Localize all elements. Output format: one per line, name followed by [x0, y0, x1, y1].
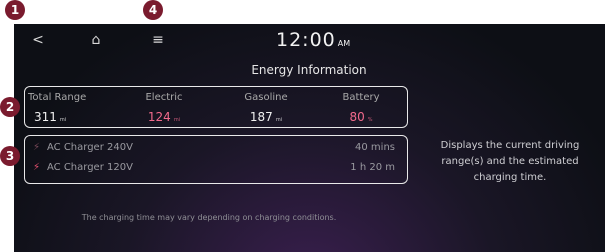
battery-label: Battery: [342, 92, 380, 103]
charging-time: 40 mins: [355, 142, 395, 153]
callout-marker-3: 3: [0, 146, 20, 166]
chevron-left-icon: <: [32, 32, 44, 48]
page-title: Energy Information: [251, 63, 367, 77]
charger-row: ⚡ AC Charger 240V 40 mins: [33, 142, 399, 158]
electric-column: Electric 124 mi: [118, 92, 210, 124]
charging-note: The charging time may vary depending on …: [81, 213, 337, 222]
total-range-value: 311 mi: [34, 110, 67, 124]
callout-marker-4: 4: [143, 0, 163, 20]
home-icon: ⌂: [91, 32, 101, 48]
charger-name: AC Charger 120V: [47, 162, 133, 173]
gasoline-label: Gasoline: [244, 92, 288, 103]
home-button[interactable]: ⌂: [84, 30, 108, 50]
electric-value: 124 mi: [147, 110, 181, 124]
charging-time: 1 h 20 m: [350, 162, 395, 173]
screen: < ⌂ ≡ 12:00 AM Energy Information Total R…: [14, 24, 605, 252]
charger-name: AC Charger 240V: [47, 142, 133, 153]
clock-ampm: AM: [337, 39, 351, 48]
driving-range-panel: Total Range 311 mi Electric 124 mi Gasolin…: [24, 86, 408, 128]
charger-row: ⚡ AC Charger 120V 1 h 20 m: [33, 162, 399, 178]
charging-bolt-icon: ⚡: [33, 162, 41, 173]
menu-button[interactable]: ≡: [146, 30, 170, 50]
top-bar: < ⌂ ≡ 12:00 AM: [14, 24, 414, 56]
clock: 12:00 AM: [276, 29, 350, 51]
charging-bolt-icon: ⚡: [33, 142, 41, 153]
electric-label: Electric: [145, 92, 183, 103]
menu-icon: ≡: [152, 32, 164, 48]
back-button[interactable]: <: [26, 30, 50, 50]
total-range-column: Total Range 311 mi: [25, 92, 120, 124]
battery-value: 80%: [349, 110, 373, 124]
callout-marker-2: 2: [0, 97, 20, 117]
clock-time: 12:00: [276, 29, 336, 51]
gasoline-column: Gasoline 187 mi: [220, 92, 312, 124]
callout-marker-1: 1: [5, 0, 25, 20]
charging-time-panel: ⚡ AC Charger 240V 40 mins ⚡ AC Charger 1…: [24, 135, 408, 184]
gasoline-value: 187 mi: [249, 110, 283, 124]
total-range-label: Total Range: [28, 92, 87, 103]
description-text: Displays the current driving range(s) an…: [440, 140, 580, 183]
battery-column: Battery 80%: [315, 92, 407, 124]
